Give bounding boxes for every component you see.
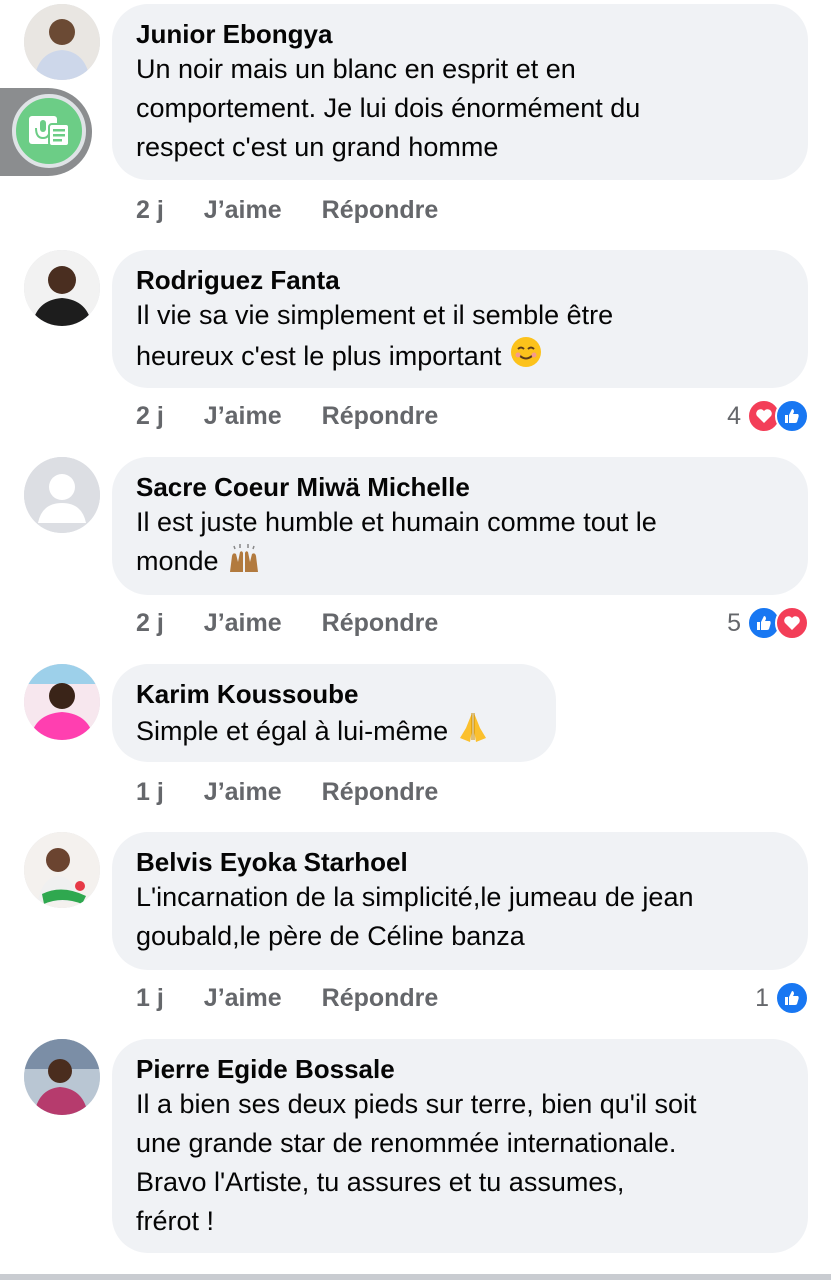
comment-text: Il vie sa vie simplement et il semble êt… xyxy=(136,296,784,376)
comment-item: Sacre Coeur Miwä Michelle Il est juste h… xyxy=(0,453,831,653)
reply-button[interactable]: Répondre xyxy=(322,196,439,225)
comment-author[interactable]: Pierre Egide Bossale xyxy=(136,1053,784,1085)
comment-text: Il est juste humble et humain comme tout… xyxy=(136,503,784,581)
comment-text: Un noir mais un blanc en esprit et en co… xyxy=(136,54,641,162)
comment-author[interactable]: Sacre Coeur Miwä Michelle xyxy=(136,471,784,503)
avatar[interactable] xyxy=(24,832,100,908)
bottom-edge xyxy=(0,1274,831,1280)
comment-time[interactable]: 2 j xyxy=(136,609,164,638)
comment-author[interactable]: Karim Koussoube xyxy=(136,678,532,710)
folded-hands-emoji-icon xyxy=(459,713,486,742)
love-reaction-icon xyxy=(775,606,809,640)
comment-actions: 2 j J’aime Répondre xyxy=(136,398,478,434)
reaction-count: 4 xyxy=(727,401,741,430)
comment-time[interactable]: 2 j xyxy=(136,402,164,431)
comment-actions: 2 j J’aime Répondre xyxy=(136,192,478,228)
reaction-summary[interactable]: 5 xyxy=(727,605,809,641)
comment-item: Belvis Eyoka Starhoel L'incarnation de l… xyxy=(0,828,831,1028)
comment-bubble: Sacre Coeur Miwä Michelle Il est juste h… xyxy=(112,457,808,595)
reaction-summary[interactable]: 1 xyxy=(755,980,809,1016)
reaction-count: 1 xyxy=(755,983,769,1012)
avatar[interactable] xyxy=(24,457,100,533)
reaction-summary[interactable]: 4 xyxy=(727,398,809,434)
comment-bubble: Junior Ebongya Un noir mais un blanc en … xyxy=(112,4,808,180)
like-button[interactable]: J’aime xyxy=(204,402,282,431)
comment-item: Pierre Egide Bossale Il a bien ses deux … xyxy=(0,1035,831,1280)
reply-button[interactable]: Répondre xyxy=(322,609,439,638)
like-button[interactable]: J’aime xyxy=(204,984,282,1013)
raising-hands-emoji-icon xyxy=(230,544,259,572)
avatar[interactable] xyxy=(24,250,100,326)
comment-text: L'incarnation de la simplicité,le jumeau… xyxy=(136,882,694,951)
avatar[interactable] xyxy=(24,664,100,740)
avatar[interactable] xyxy=(24,1039,100,1115)
comment-actions: 2 j J’aime Répondre xyxy=(136,605,478,641)
comment-bubble: Pierre Egide Bossale Il a bien ses deux … xyxy=(112,1039,808,1253)
comment-time[interactable]: 2 j xyxy=(136,196,164,225)
voice-button-circle xyxy=(12,94,86,168)
like-reaction-icon xyxy=(775,399,809,433)
smiling-face-emoji-icon xyxy=(510,337,541,367)
comment-text: Simple et égal à lui-même xyxy=(136,710,532,751)
comment-time[interactable]: 1 j xyxy=(136,778,164,807)
comment-item: Karim Koussoube Simple et égal à lui-mêm… xyxy=(0,660,831,820)
reply-button[interactable]: Répondre xyxy=(322,984,439,1013)
comment-author[interactable]: Junior Ebongya xyxy=(136,18,784,50)
voice-to-text-button[interactable] xyxy=(0,88,92,176)
voice-to-text-icon xyxy=(29,116,70,147)
reaction-count: 5 xyxy=(727,608,741,637)
comment-time[interactable]: 1 j xyxy=(136,984,164,1013)
comment-item: Junior Ebongya Un noir mais un blanc en … xyxy=(0,0,831,240)
like-reaction-icon xyxy=(775,981,809,1015)
comment-text-body: Simple et égal à lui-même xyxy=(136,716,456,746)
comment-text-body: Il est juste humble et humain comme tout… xyxy=(136,507,657,576)
like-button[interactable]: J’aime xyxy=(204,196,282,225)
comment-item: Rodriguez Fanta Il vie sa vie simplement… xyxy=(0,246,831,446)
avatar[interactable] xyxy=(24,4,100,80)
comment-actions: 1 j J’aime Répondre xyxy=(136,980,478,1016)
like-button[interactable]: J’aime xyxy=(204,609,282,638)
comment-actions: 1 j J’aime Répondre xyxy=(136,774,478,810)
comment-bubble: Rodriguez Fanta Il vie sa vie simplement… xyxy=(112,250,808,388)
comment-author[interactable]: Belvis Eyoka Starhoel xyxy=(136,846,784,878)
reply-button[interactable]: Répondre xyxy=(322,778,439,807)
reply-button[interactable]: Répondre xyxy=(322,402,439,431)
comment-author[interactable]: Rodriguez Fanta xyxy=(136,264,784,296)
comment-bubble: Belvis Eyoka Starhoel L'incarnation de l… xyxy=(112,832,808,970)
like-button[interactable]: J’aime xyxy=(204,778,282,807)
comment-text: Il a bien ses deux pieds sur terre, bien… xyxy=(136,1089,697,1236)
comments-feed: Junior Ebongya Un noir mais un blanc en … xyxy=(0,0,831,1280)
comment-bubble: Karim Koussoube Simple et égal à lui-mêm… xyxy=(112,664,556,762)
